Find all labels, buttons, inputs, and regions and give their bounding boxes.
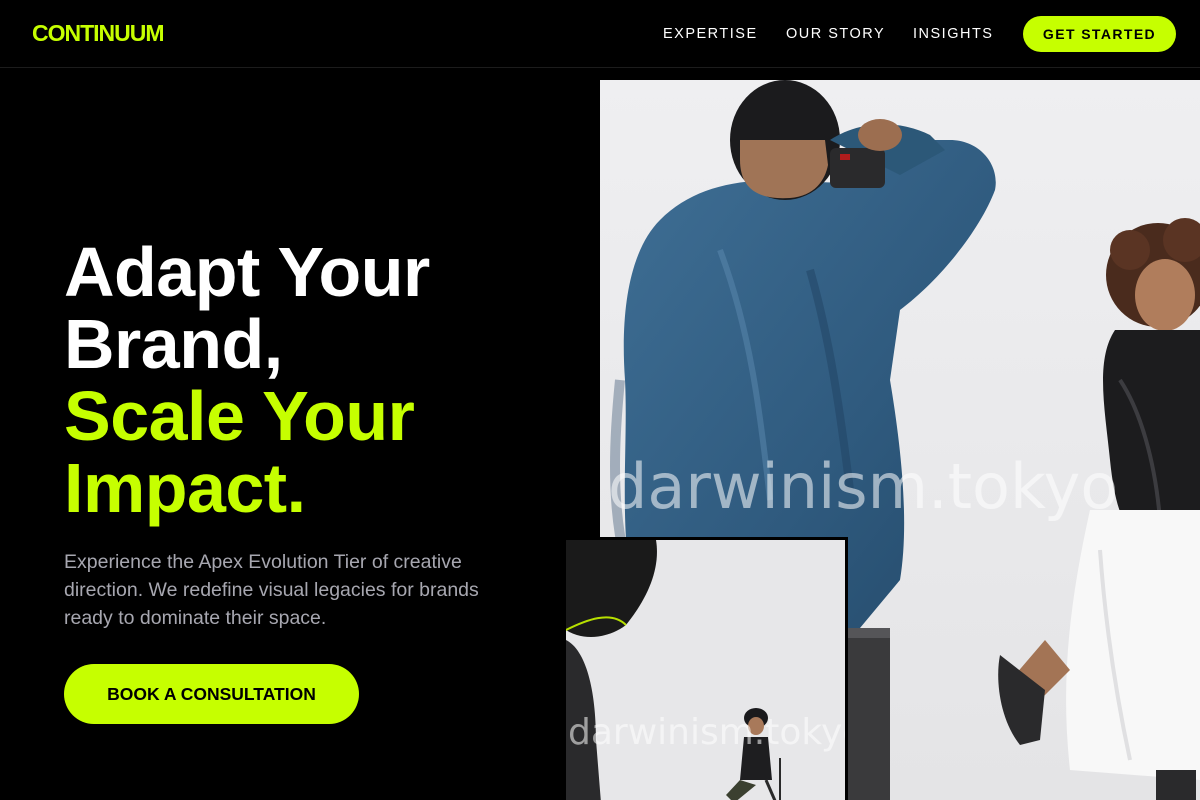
headline-line-2: Brand, xyxy=(64,305,283,383)
hero-headline: Adapt Your Brand, Scale Your Impact. xyxy=(64,236,584,524)
book-consultation-button[interactable]: BOOK A CONSULTATION xyxy=(64,664,359,724)
photo-watermark: darwinism.tokyo xyxy=(608,450,1119,523)
headline-accent-line-1: Scale Your xyxy=(64,377,415,455)
studio-illustration xyxy=(566,540,845,800)
nav-link-our-story[interactable]: OUR STORY xyxy=(786,26,885,42)
inset-photo: darwinism.tokyo xyxy=(563,537,848,800)
nav-link-insights[interactable]: INSIGHTS xyxy=(913,26,993,42)
hero-subtext: Experience the Apex Evolution Tier of cr… xyxy=(64,551,479,629)
site-header: CONTINUUM EXPERTISE OUR STORY INSIGHTS G… xyxy=(0,0,1200,68)
nav-link-expertise[interactable]: EXPERTISE xyxy=(663,26,758,42)
headline-accent-line-2: Impact. xyxy=(64,449,306,527)
inset-watermark: darwinism.tokyo xyxy=(568,712,848,753)
headline-line-1: Adapt Your xyxy=(64,233,430,311)
get-started-button[interactable]: GET STARTED xyxy=(1023,16,1176,52)
logo[interactable]: CONTINUUM xyxy=(32,20,165,47)
